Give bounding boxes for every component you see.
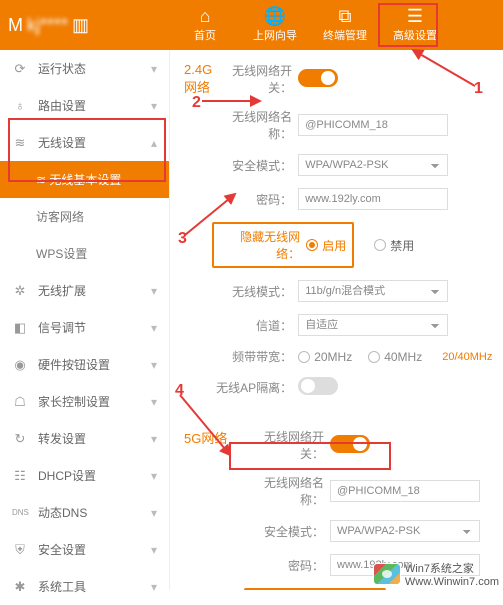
brand-text: kj**** [27,15,68,36]
win-logo-icon [373,563,401,585]
button-icon: ◉ [12,357,28,373]
radio-bw-40[interactable]: 40MHz [368,350,422,364]
callout-1: 1 [474,80,483,98]
sidebar-item-hardware[interactable]: ◉硬件按钮设置▾ [0,346,169,383]
section-5g-title: 5G网络 [184,428,244,590]
sidebar-item-signal[interactable]: ◧信号调节▾ [0,309,169,346]
callout-2: 2 [192,94,201,112]
nav-advanced[interactable]: ☰高级设置 [380,1,450,49]
sidebar-item-security[interactable]: ⛨安全设置▾ [0,531,169,568]
chevron-down-icon: ▾ [151,358,157,372]
sidebar-item-dhcp[interactable]: ☷DHCP设置▾ [0,457,169,494]
header: M kj**** ▥ ⌂首页 🌐上网向导 ⧉终端管理 ☰高级设置 [0,0,503,50]
chevron-up-icon: ▴ [151,136,157,150]
chevron-down-icon: ▾ [151,469,157,483]
brand: M kj**** ▥ [0,15,170,36]
top-nav: ⌂首页 🌐上网向导 ⧉终端管理 ☰高级设置 [170,1,503,49]
signal-icon [36,173,46,187]
sidebar-item-status[interactable]: ⟳运行状态▾ [0,50,169,87]
sidebar-sub-guest[interactable]: 访客网络 [0,198,169,235]
watermark: Win7系统之家Www.Winwin7.com [373,560,499,588]
chevron-down-icon: ▾ [151,395,157,409]
chevron-down-icon: ▾ [151,99,157,113]
wifi-icon: ≋ [12,135,28,151]
extender-icon: ✲ [12,283,28,299]
chevron-down-icon: ▾ [151,432,157,446]
callout-4: 4 [175,382,184,400]
sidebar-item-wireless[interactable]: ≋无线设置▴ [0,124,169,161]
router-icon: ♁ [12,98,28,113]
radio-24g-enable[interactable]: 启用 [306,237,346,254]
channel-24g-select[interactable]: 自适应 [298,314,448,336]
sidebar-item-extender[interactable]: ✲无线扩展▾ [0,272,169,309]
security-24g-select[interactable]: WPA/WPA2-PSK [298,154,448,176]
brand-logo: M [8,15,23,36]
sidebar-item-forward[interactable]: ↻转发设置▾ [0,420,169,457]
chevron-down-icon: ▾ [151,543,157,557]
dhcp-icon: ☷ [12,468,28,484]
nav-clients[interactable]: ⧉终端管理 [310,1,380,49]
sidebar-item-tools[interactable]: ✱系统工具▾ [0,568,169,605]
radio-bw-20[interactable]: 20MHz [298,350,352,364]
sidebar-item-router[interactable]: ♁路由设置▾ [0,87,169,124]
sidebar-item-ddns[interactable]: DNS动态DNS▾ [0,494,169,531]
devices-icon: ⧉ [339,7,352,25]
brand-icon: ▥ [72,15,89,36]
home-icon: ⌂ [200,7,211,25]
security-5g-select[interactable]: WPA/WPA2-PSK [330,520,480,542]
chevron-down-icon: ▾ [151,321,157,335]
hide-24g-highlight: 隐藏无线网络： 启用 [212,222,354,268]
sidebar-item-parental[interactable]: ☖家长控制设置▾ [0,383,169,420]
main-panel: 2.4G网络 无线网络开关： 无线网络名称： 安全模式：WPA/WPA2-PSK… [170,50,503,590]
ssid-5g-input[interactable] [330,480,480,502]
shield-icon: ⛨ [12,542,28,558]
tools-icon: ✱ [12,579,28,595]
radio-24g-disable[interactable]: 禁用 [374,237,414,254]
status-icon: ⟳ [12,61,28,77]
group-24g: 2.4G网络 无线网络开关： 无线网络名称： 安全模式：WPA/WPA2-PSK… [184,62,489,410]
chevron-down-icon: ▾ [151,62,157,76]
sidebar: ⟳运行状态▾ ♁路由设置▾ ≋无线设置▴ 无线基本设置 访客网络 WPS设置 ✲… [0,50,170,590]
mode-24g-select[interactable]: 11b/g/n混合模式 [298,280,448,302]
pwd-24g-input[interactable] [298,188,448,210]
bw-note: 20/40MHz [442,351,492,363]
switch-5g[interactable] [330,435,370,453]
sliders-icon: ☰ [407,7,423,25]
sidebar-sub-wireless-basic[interactable]: 无线基本设置 [0,161,169,198]
sidebar-sub-wps[interactable]: WPS设置 [0,235,169,272]
callout-3: 3 [178,230,187,248]
chevron-down-icon: ▾ [151,506,157,520]
signal-adj-icon: ◧ [12,320,28,336]
globe-icon: 🌐 [264,7,286,25]
section-24g-title: 2.4G网络 [184,62,212,410]
forward-icon: ↻ [12,431,28,447]
dns-icon: DNS [12,508,28,517]
nav-home[interactable]: ⌂首页 [170,1,240,49]
nav-wizard[interactable]: 🌐上网向导 [240,1,310,49]
switch-ap-isolation[interactable] [298,377,338,395]
ssid-24g-input[interactable] [298,114,448,136]
switch-24g[interactable] [298,69,338,87]
parental-icon: ☖ [12,394,28,410]
chevron-down-icon: ▾ [151,284,157,298]
chevron-down-icon: ▾ [151,580,157,594]
